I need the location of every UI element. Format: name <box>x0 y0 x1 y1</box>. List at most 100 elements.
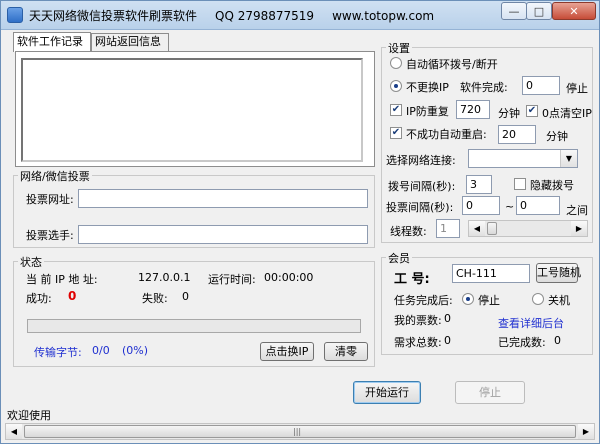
change-ip-button[interactable]: 点击换IP <box>260 342 314 361</box>
auto-restart-input[interactable]: 20 <box>498 125 536 144</box>
member-group-title: 会员 <box>386 250 412 266</box>
tab-work-log-label: 软件工作记录 <box>17 35 83 48</box>
log-panel <box>15 51 375 167</box>
threads-slider[interactable]: ◀ ▶ <box>468 220 588 237</box>
auto-dial-radio[interactable] <box>390 57 402 69</box>
window-title-qq: QQ 2798877519 <box>215 9 315 23</box>
total-needed-value: 0 <box>444 334 451 347</box>
vote-group-title: 网络/微信投票 <box>18 168 92 184</box>
vote-group: 网络/微信投票 投票网址: 投票选手: <box>13 168 375 248</box>
maximize-icon: □ <box>533 4 545 18</box>
runtime-value: 00:00:00 <box>264 271 314 284</box>
window-title: 天天网络微信投票软件刷票软件 QQ 2798877519 www.totopw.co… <box>29 7 452 24</box>
window-title-url: www.totopw.com <box>332 9 435 23</box>
minimize-button[interactable]: — <box>501 2 527 20</box>
stop-button-label: 停止 <box>479 386 501 399</box>
after-task-shutdown-radio[interactable] <box>532 293 544 305</box>
network-select[interactable]: ▼ <box>468 149 578 168</box>
ip-dedupe-input[interactable]: 720 <box>456 100 490 119</box>
done-count-value: 0 <box>554 334 561 347</box>
vote-interval-tilde: ~ <box>505 200 515 213</box>
after-task-shutdown-label: 关机 <box>548 294 570 307</box>
scroll-right-icon[interactable]: ▶ <box>578 424 594 439</box>
threads-label: 线程数: <box>390 225 427 238</box>
clear-ip-label: 0点清空IP <box>542 107 592 120</box>
start-button-label: 开始运行 <box>365 386 409 399</box>
success-value: 0 <box>68 289 77 303</box>
random-id-button-label: 工号随机 <box>537 266 581 279</box>
member-id-label: 工 号: <box>394 272 430 287</box>
fail-value: 0 <box>182 290 189 303</box>
status-group: 状态 当 前 IP 地 址: 127.0.0.1 运行时间: 00:00:00 … <box>13 254 375 367</box>
bytes-percent: (0%) <box>122 344 149 357</box>
view-backend-link[interactable]: 查看详细后台 <box>498 315 564 331</box>
vote-option-label: 投票选手: <box>26 229 74 242</box>
fail-label: 失败: <box>142 292 168 305</box>
status-bar-text: 欢迎使用 <box>7 409 51 422</box>
title-bar[interactable]: 天天网络微信投票软件刷票软件 QQ 2798877519 www.totopw.co… <box>1 1 599 30</box>
change-ip-button-label: 点击换IP <box>265 345 309 358</box>
threads-input[interactable]: 1 <box>436 219 460 238</box>
vote-interval-to-input[interactable]: 0 <box>516 196 560 215</box>
stop-label: 停止 <box>566 82 588 95</box>
minutes-label-2: 分钟 <box>546 130 568 143</box>
scroll-left-icon[interactable]: ◀ <box>6 424 22 439</box>
vote-url-input[interactable] <box>78 189 368 208</box>
success-label: 成功: <box>26 292 52 305</box>
tab-work-log[interactable]: 软件工作记录 <box>13 32 91 52</box>
window-horizontal-scrollbar[interactable]: ◀ ||| ▶ <box>5 423 595 440</box>
current-ip-value: 127.0.0.1 <box>138 271 191 284</box>
task-done-label: 任务完成后: <box>394 294 453 307</box>
between-label: 之间 <box>566 204 588 217</box>
threads-slider-thumb[interactable] <box>487 222 497 235</box>
scroll-right-icon[interactable]: ▶ <box>571 221 587 236</box>
maximize-button[interactable]: □ <box>526 2 552 20</box>
vote-option-input[interactable] <box>78 225 368 244</box>
clear-button[interactable]: 清零 <box>324 342 368 361</box>
scrollbar-thumb[interactable]: ||| <box>24 425 576 438</box>
chevron-down-icon[interactable]: ▼ <box>560 150 577 167</box>
current-ip-label: 当 前 IP 地 址: <box>26 273 98 286</box>
after-task-stop-radio[interactable] <box>462 293 474 305</box>
vote-interval-from-input[interactable]: 0 <box>462 196 500 215</box>
auto-restart-label: 不成功自动重启: <box>406 128 487 141</box>
total-needed-label: 需求总数: <box>394 336 442 349</box>
vote-url-label: 投票网址: <box>26 193 74 206</box>
clear-button-label: 清零 <box>335 345 357 358</box>
close-button[interactable]: ✕ <box>552 2 596 20</box>
status-bar: 欢迎使用 <box>1 407 599 422</box>
no-change-ip-label: 不更换IP <box>406 81 449 94</box>
random-id-button[interactable]: 工号随机 <box>536 263 581 283</box>
member-id-input[interactable]: CH-111 <box>452 264 530 283</box>
no-change-ip-radio[interactable] <box>390 80 402 92</box>
complete-label: 软件完成: <box>460 81 508 94</box>
complete-input[interactable]: 0 <box>522 76 560 95</box>
vote-interval-label: 投票间隔(秒): <box>386 201 454 214</box>
done-count-label: 已完成数: <box>498 336 546 349</box>
ip-dedupe-label: IP防重复 <box>406 105 449 118</box>
hide-dial-checkbox[interactable] <box>514 178 526 190</box>
runtime-label: 运行时间: <box>208 273 256 286</box>
after-task-stop-label: 停止 <box>478 294 500 307</box>
window-title-name: 天天网络微信投票软件刷票软件 <box>29 9 198 23</box>
settings-group-title: 设置 <box>386 40 412 56</box>
auto-dial-label: 自动循环拨号/断开 <box>406 58 498 71</box>
start-button[interactable]: 开始运行 <box>353 381 421 404</box>
scroll-left-icon[interactable]: ◀ <box>469 221 485 236</box>
network-label: 选择网络连接: <box>386 154 456 167</box>
auto-restart-checkbox[interactable]: ✔ <box>390 127 402 139</box>
dial-interval-label: 拨号间隔(秒): <box>388 180 456 193</box>
clear-ip-checkbox[interactable]: ✔ <box>526 105 538 117</box>
ip-dedupe-checkbox[interactable]: ✔ <box>390 104 402 116</box>
my-votes-value: 0 <box>444 312 451 325</box>
tab-site-response[interactable]: 网站返回信息 <box>91 33 169 51</box>
status-group-title: 状态 <box>18 254 44 270</box>
member-group: 会员 工 号: CH-111 工号随机 任务完成后: 停止 关机 我的票数: 0… <box>381 250 593 355</box>
dial-interval-input[interactable]: 3 <box>466 175 492 194</box>
bytes-label: 传输字节: <box>34 346 82 359</box>
stop-button[interactable]: 停止 <box>455 381 525 404</box>
main-window: 天天网络微信投票软件刷票软件 QQ 2798877519 www.totopw.co… <box>0 0 600 444</box>
my-votes-label: 我的票数: <box>394 314 442 327</box>
work-log-textarea[interactable] <box>21 58 363 162</box>
settings-group: 设置 自动循环拨号/断开 不更换IP 软件完成: 0 停止 ✔ IP防重复 72… <box>381 40 593 243</box>
